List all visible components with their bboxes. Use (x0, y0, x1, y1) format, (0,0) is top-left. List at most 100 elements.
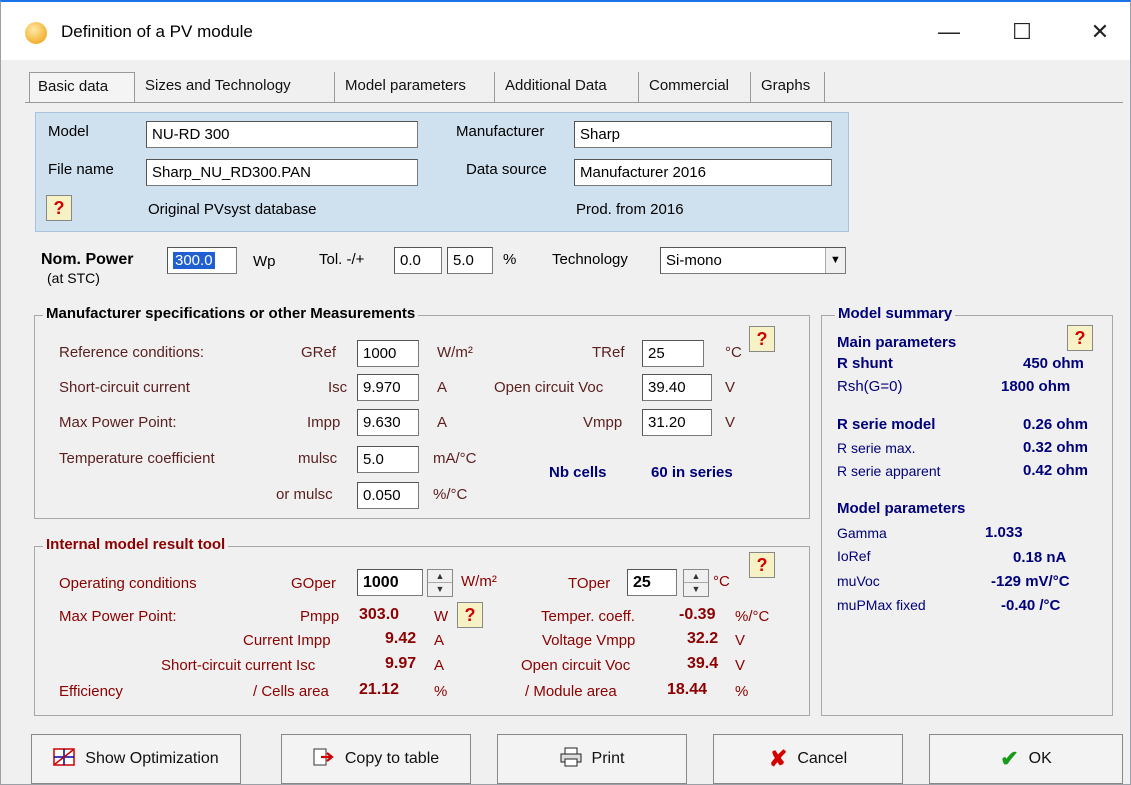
close-button[interactable]: ✕ (1077, 10, 1123, 54)
model-summary-title: Model summary (835, 305, 956, 322)
printer-icon (560, 747, 582, 772)
internal-help-icon[interactable]: ? (749, 552, 775, 578)
tab-additional-data[interactable]: Additional Data (497, 72, 639, 102)
datasource-label: Data source (466, 161, 547, 178)
tab-basic-data[interactable]: Basic data (29, 72, 135, 102)
mulsc-label: mulsc (298, 450, 338, 467)
summary-help-icon[interactable]: ? (1067, 325, 1093, 351)
rserie-value: 0.26 ohm (1023, 416, 1089, 433)
isc-unit: A (437, 379, 448, 396)
window-title: Definition of a PV module (61, 22, 253, 41)
tab-panel-border (25, 102, 1123, 103)
internal-voc-unit: V (735, 657, 746, 674)
mupmax-value: -0.40 /°C (1001, 597, 1061, 614)
toper-label: TOper (568, 575, 611, 592)
or-mulsc-field[interactable]: 0.050 (357, 482, 419, 509)
impp-unit: A (437, 414, 448, 431)
internal-vmpp-unit: V (735, 632, 746, 649)
voc-field[interactable]: 39.40 (642, 374, 712, 401)
goper-spinner[interactable]: ▲ ▼ (427, 569, 453, 597)
tab-model-parameters[interactable]: Model parameters (337, 72, 495, 102)
copy-to-table-button[interactable]: Copy to table (281, 734, 471, 784)
internal-model-title: Internal model result tool (43, 536, 229, 553)
goper-field[interactable]: 1000 (357, 569, 423, 596)
toper-spinner[interactable]: ▲ ▼ (683, 569, 709, 597)
muvoc-value: -129 mV/°C (991, 573, 1070, 590)
tref-field[interactable]: 25 (642, 340, 704, 367)
impp-field[interactable]: 9.630 (357, 409, 419, 436)
technology-select[interactable]: Si-mono ▼ (660, 247, 846, 274)
vmpp-field[interactable]: 31.20 (642, 409, 712, 436)
filename-label: File name (48, 161, 114, 178)
tol-plus-field[interactable]: 5.0 (447, 247, 493, 274)
efficiency-label: Efficiency (59, 683, 123, 700)
vmpp-label: Vmpp (583, 414, 623, 431)
help-icon[interactable]: ? (46, 195, 72, 221)
module-area-value: 18.44 (667, 681, 708, 698)
nom-power-sublabel: (at STC) (47, 270, 100, 286)
show-optimization-button[interactable]: Show Optimization (31, 734, 241, 784)
copy-to-table-label: Copy to table (344, 750, 440, 767)
pmpp-value: 303.0 (359, 606, 400, 623)
internal-isc-unit: A (434, 657, 445, 674)
gamma-label: Gamma (837, 525, 887, 541)
cells-area-value: 21.12 (359, 681, 400, 698)
internal-isc-label: Short-circuit current Isc (161, 657, 316, 674)
voc-unit: V (725, 379, 736, 396)
tol-minus-field[interactable]: 0.0 (394, 247, 442, 274)
temp-coef-label: Temperature coefficient (59, 450, 215, 467)
minimize-button[interactable]: — (926, 10, 972, 54)
rserieapp-label: R serie apparent (837, 463, 941, 479)
mpp-row-label: Max Power Point: (59, 414, 177, 431)
maximize-button[interactable]: ☐ (999, 10, 1045, 54)
tab-sizes-technology[interactable]: Sizes and Technology (137, 72, 335, 102)
tolerance-label: Tol. -/+ (319, 251, 365, 268)
cells-area-unit: % (434, 683, 448, 700)
specs-help-icon[interactable]: ? (749, 326, 775, 352)
nb-cells-value: 60 in series (651, 464, 733, 481)
chevron-down-icon[interactable]: ▼ (825, 248, 845, 273)
temper-label: Temper. coeff. (541, 608, 635, 625)
datasource-field[interactable]: Manufacturer 2016 (574, 159, 832, 186)
internal-impp-value: 9.42 (385, 630, 417, 647)
rserieapp-value: 0.42 ohm (1023, 462, 1089, 479)
main-parameters-label: Main parameters (837, 334, 957, 351)
mulsc-unit: mA/°C (433, 450, 477, 467)
internal-impp-label: Current Impp (243, 632, 331, 649)
pmpp-help-icon[interactable]: ? (457, 602, 483, 628)
ok-button[interactable]: ✔ OK (929, 734, 1123, 784)
mupmax-label: muPMax fixed (837, 597, 926, 613)
vmpp-unit: V (725, 414, 736, 431)
tab-graphs[interactable]: Graphs (753, 72, 825, 102)
nom-power-label: Nom. Power (41, 251, 134, 268)
print-label: Print (591, 750, 625, 767)
module-area-unit: % (735, 683, 749, 700)
basic-info-box: Model NU-RD 300 Manufacturer Sharp File … (35, 112, 849, 232)
optimization-icon (53, 747, 76, 771)
ioref-value: 0.18 nA (1013, 549, 1067, 566)
manufacturer-field[interactable]: Sharp (574, 121, 832, 148)
cancel-button[interactable]: ✘ Cancel (713, 734, 903, 784)
isc-field[interactable]: 9.970 (357, 374, 419, 401)
model-params-label: Model parameters (837, 500, 966, 517)
copy-arrow-icon (313, 747, 335, 772)
model-field[interactable]: NU-RD 300 (146, 121, 418, 148)
rshunt-label: R shunt (837, 355, 893, 372)
specs-title: Manufacturer specifications or other Mea… (43, 305, 419, 322)
filename-field[interactable]: Sharp_NU_RD300.PAN (146, 159, 418, 186)
print-button[interactable]: Print (497, 734, 687, 784)
nom-power-field[interactable]: 300.0 (167, 247, 237, 274)
rshunt-value: 450 ohm (1023, 355, 1084, 372)
prod-note: Prod. from 2016 (576, 201, 684, 218)
tab-commercial[interactable]: Commercial (641, 72, 751, 102)
gref-field[interactable]: 1000 (357, 340, 419, 367)
mulsc-field[interactable]: 5.0 (357, 446, 419, 473)
module-area-label: / Module area (525, 683, 617, 700)
toper-field[interactable]: 25 (627, 569, 677, 596)
ok-label: OK (1028, 750, 1052, 767)
technology-label: Technology (552, 251, 628, 268)
cancel-label: Cancel (797, 750, 848, 767)
internal-mpp-label: Max Power Point: (59, 608, 177, 625)
or-mulsc-unit: %/°C (433, 486, 468, 503)
internal-voc-value: 39.4 (687, 655, 719, 672)
